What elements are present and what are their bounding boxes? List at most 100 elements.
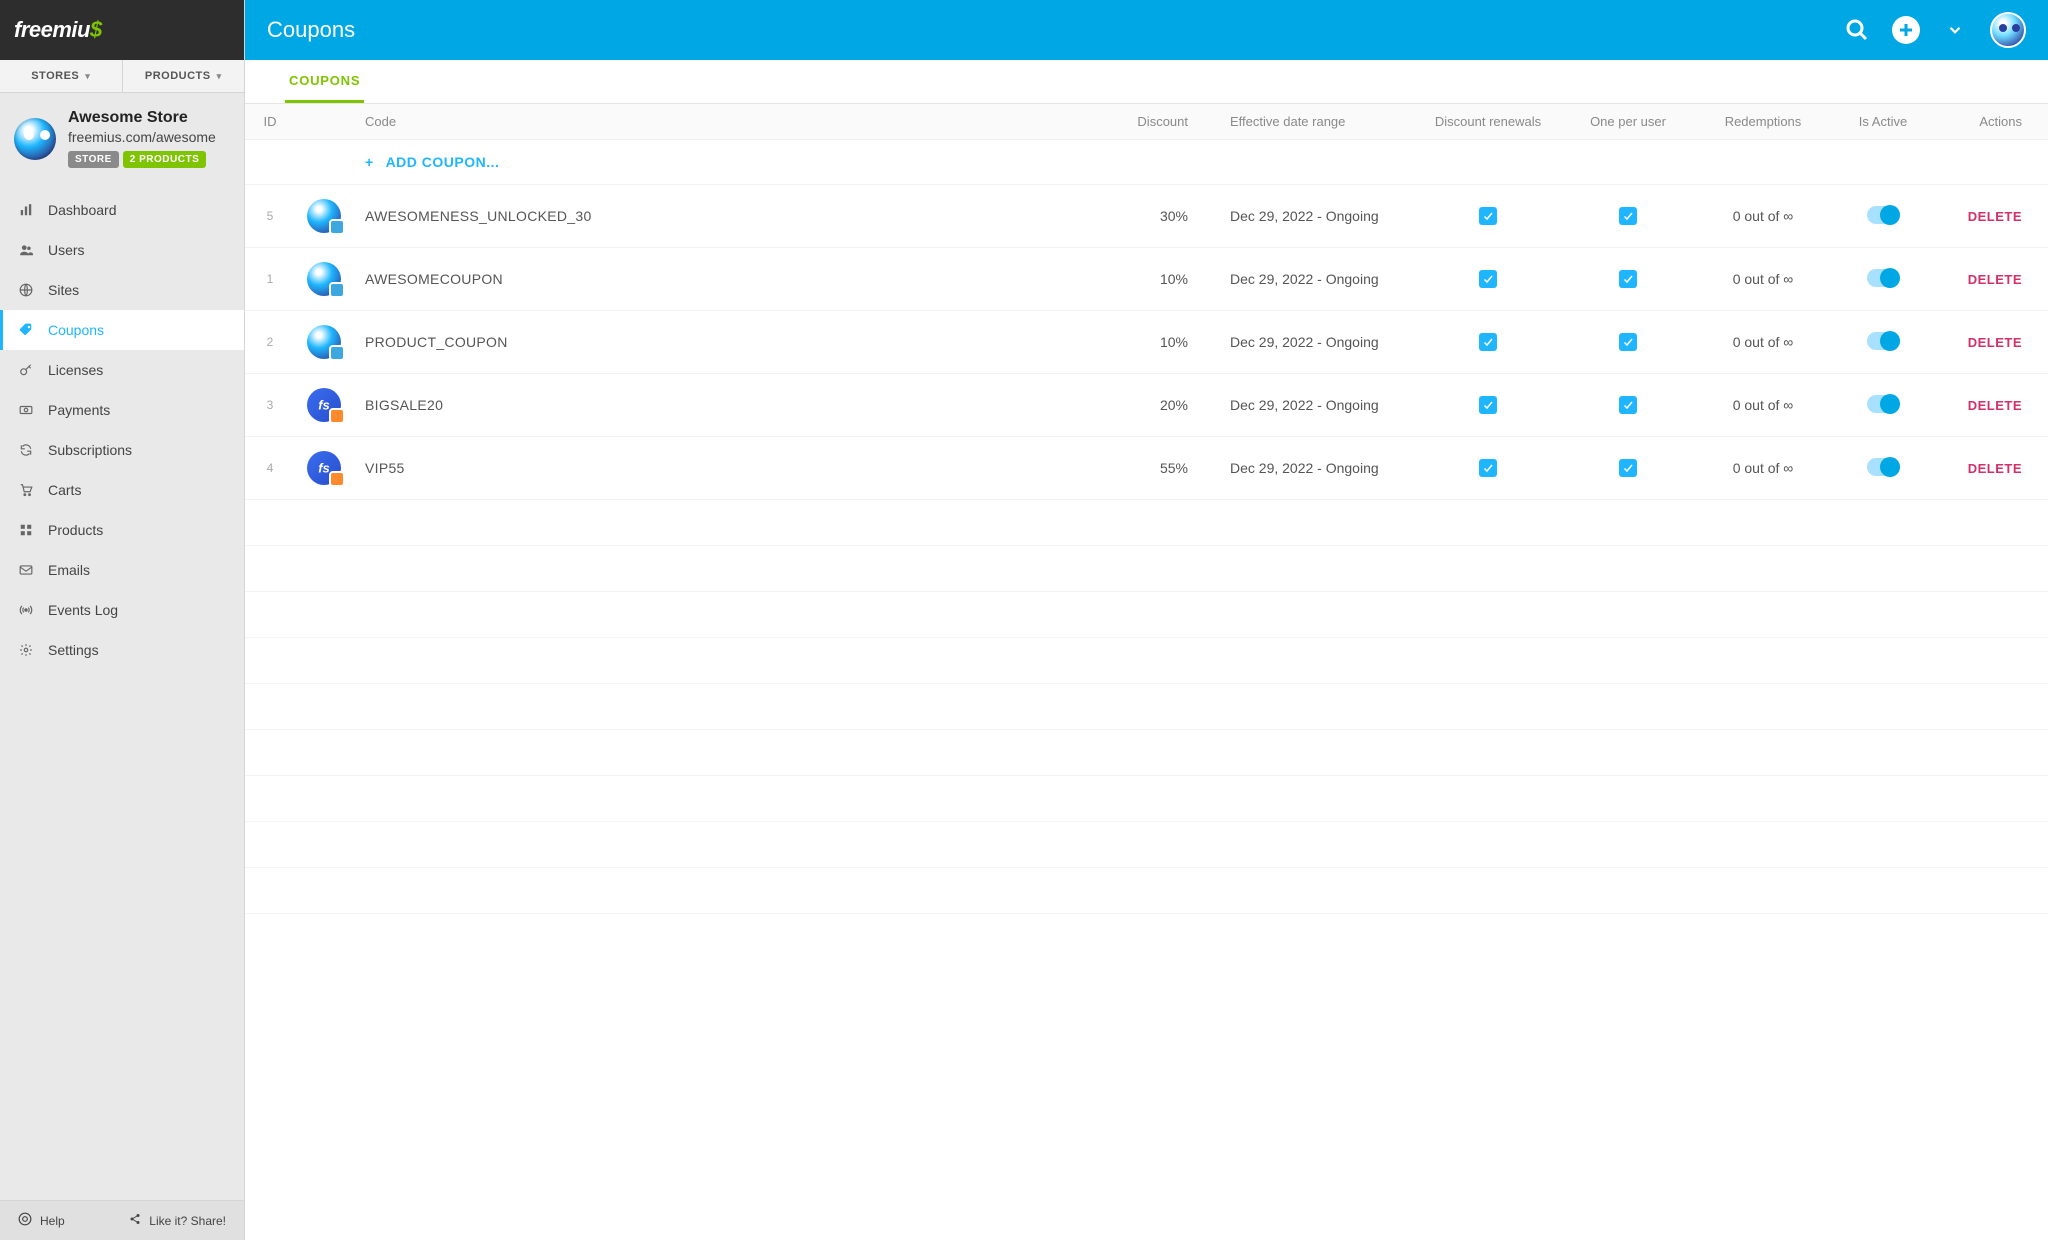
dropdown-icon[interactable] xyxy=(1942,17,1968,43)
store-block: Awesome Store freemius.com/awesome STORE… xyxy=(0,93,244,184)
help-label: Help xyxy=(40,1214,65,1228)
active-cell xyxy=(1828,311,1938,374)
logo-bar: freemiu$ xyxy=(0,0,244,60)
nav-label: Events Log xyxy=(48,602,118,618)
table-row[interactable]: 3fsBIGSALE2020%Dec 29, 2022 - Ongoing0 o… xyxy=(245,374,2048,437)
nav-label: Dashboard xyxy=(48,202,117,218)
empty-row xyxy=(245,500,2048,546)
subtab-coupons[interactable]: COUPONS xyxy=(285,60,364,103)
gear-icon xyxy=(18,643,34,657)
key-icon xyxy=(18,363,34,377)
delete-button[interactable]: DELETE xyxy=(1968,398,2022,413)
coupon-code: AWESOMENESS_UNLOCKED_30 xyxy=(353,185,1118,248)
empty-row xyxy=(245,822,2048,868)
header: Coupons xyxy=(245,0,2048,60)
date-range: Dec 29, 2022 - Ongoing xyxy=(1218,437,1418,500)
toggle-switch[interactable] xyxy=(1867,332,1900,350)
table-row[interactable]: 5AWESOMENESS_UNLOCKED_3030%Dec 29, 2022 … xyxy=(245,185,2048,248)
nav-settings[interactable]: Settings xyxy=(0,630,244,670)
subtabs: COUPONS xyxy=(245,60,2048,104)
grid-icon xyxy=(18,523,34,537)
table-row[interactable]: 1AWESOMECOUPON10%Dec 29, 2022 - Ongoing0… xyxy=(245,248,2048,311)
add-coupon-row[interactable]: + ADD COUPON... xyxy=(245,140,2048,185)
nav-label: Sites xyxy=(48,282,79,298)
nav-label: Licenses xyxy=(48,362,103,378)
help-icon xyxy=(18,1212,32,1229)
share-link[interactable]: Like it? Share! xyxy=(129,1213,226,1228)
toggle-switch[interactable] xyxy=(1867,395,1900,413)
table-wrap: ID Code Discount Effective date range Di… xyxy=(245,104,2048,1240)
active-cell xyxy=(1828,374,1938,437)
discount-value: 30% xyxy=(1118,185,1218,248)
product-icon-cell xyxy=(295,248,353,311)
nav-sites[interactable]: Sites xyxy=(0,270,244,310)
col-id: ID xyxy=(245,104,295,140)
delete-button[interactable]: DELETE xyxy=(1968,272,2022,287)
col-actions: Actions xyxy=(1938,104,2048,140)
nav-payments[interactable]: Payments xyxy=(0,390,244,430)
empty-row xyxy=(245,592,2048,638)
table-row[interactable]: 2PRODUCT_COUPON10%Dec 29, 2022 - Ongoing… xyxy=(245,311,2048,374)
product-icon xyxy=(307,325,341,359)
add-coupon-label: ADD COUPON... xyxy=(386,154,500,170)
renewals-cell xyxy=(1418,248,1558,311)
nav-users[interactable]: Users xyxy=(0,230,244,270)
store-badge: STORE xyxy=(68,151,119,168)
empty-row xyxy=(245,684,2048,730)
help-link[interactable]: Help xyxy=(18,1212,65,1229)
nav-products[interactable]: Products xyxy=(0,510,244,550)
nav-label: Products xyxy=(48,522,103,538)
toggle-switch[interactable] xyxy=(1867,458,1900,476)
oneper-cell xyxy=(1558,374,1698,437)
products-tab-label: PRODUCTS xyxy=(145,70,211,82)
check-icon xyxy=(1619,396,1637,414)
user-avatar-icon[interactable] xyxy=(1990,12,2026,48)
brand-logo: freemiu$ xyxy=(14,17,102,43)
stores-tab-label: STORES xyxy=(31,70,79,82)
check-icon xyxy=(1479,270,1497,288)
nav-label: Settings xyxy=(48,642,99,658)
share-label: Like it? Share! xyxy=(149,1214,226,1228)
discount-value: 10% xyxy=(1118,248,1218,311)
redemptions-value: 0 out of ∞ xyxy=(1698,311,1828,374)
date-range: Dec 29, 2022 - Ongoing xyxy=(1218,185,1418,248)
product-icon-cell xyxy=(295,185,353,248)
row-id: 2 xyxy=(245,311,295,374)
discount-value: 55% xyxy=(1118,437,1218,500)
nav-subscriptions[interactable]: Subscriptions xyxy=(0,430,244,470)
nav-label: Payments xyxy=(48,402,110,418)
row-id: 4 xyxy=(245,437,295,500)
add-icon[interactable] xyxy=(1892,16,1920,44)
delete-button[interactable]: DELETE xyxy=(1968,209,2022,224)
check-icon xyxy=(1619,270,1637,288)
money-icon xyxy=(18,403,34,417)
delete-button[interactable]: DELETE xyxy=(1968,335,2022,350)
row-id: 1 xyxy=(245,248,295,311)
nav-emails[interactable]: Emails xyxy=(0,550,244,590)
nav-events[interactable]: Events Log xyxy=(0,590,244,630)
nav-licenses[interactable]: Licenses xyxy=(0,350,244,390)
broadcast-icon xyxy=(18,603,34,617)
header-actions xyxy=(1844,12,2026,48)
nav-carts[interactable]: Carts xyxy=(0,470,244,510)
renewals-cell xyxy=(1418,185,1558,248)
refresh-icon xyxy=(18,443,34,457)
nav: Dashboard Users Sites Coupons Licenses P… xyxy=(0,184,244,1200)
oneper-cell xyxy=(1558,185,1698,248)
search-icon[interactable] xyxy=(1844,17,1870,43)
toggle-switch[interactable] xyxy=(1867,269,1900,287)
nav-coupons[interactable]: Coupons xyxy=(0,310,244,350)
toggle-switch[interactable] xyxy=(1867,206,1900,224)
table-row[interactable]: 4fsVIP5555%Dec 29, 2022 - Ongoing0 out o… xyxy=(245,437,2048,500)
share-icon xyxy=(129,1213,141,1228)
check-icon xyxy=(1479,459,1497,477)
product-icon-cell: fs xyxy=(295,374,353,437)
check-icon xyxy=(1619,207,1637,225)
delete-button[interactable]: DELETE xyxy=(1968,461,2022,476)
products-tab[interactable]: PRODUCTS ▾ xyxy=(123,60,245,92)
subtab-label: COUPONS xyxy=(289,73,360,88)
col-product xyxy=(295,104,353,140)
stores-tab[interactable]: STORES ▾ xyxy=(0,60,123,92)
nav-label: Emails xyxy=(48,562,90,578)
nav-dashboard[interactable]: Dashboard xyxy=(0,190,244,230)
